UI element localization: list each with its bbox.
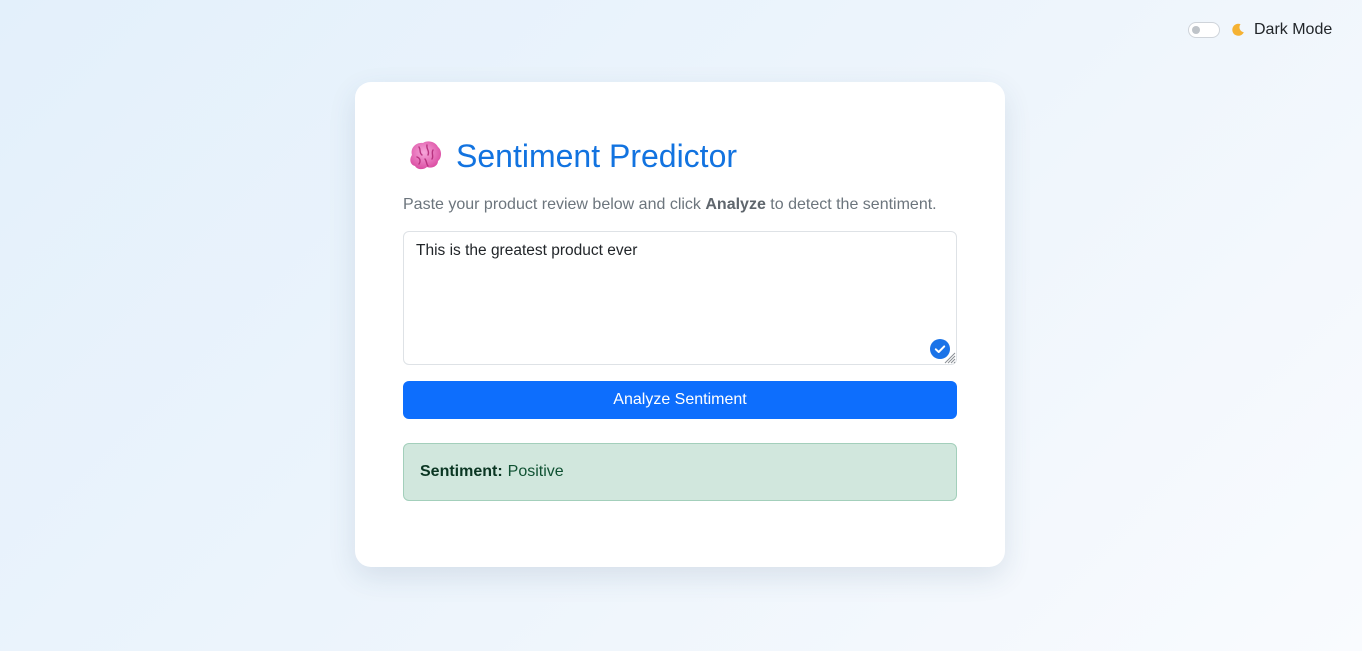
result-value: Positive xyxy=(507,463,564,480)
instructions-text: Paste your product review below and clic… xyxy=(403,195,957,215)
dark-mode-switch[interactable] xyxy=(1188,22,1220,38)
resize-handle-icon[interactable] xyxy=(944,352,956,364)
predictor-card: Sentiment Predictor Paste your product r… xyxy=(355,82,1005,567)
analyze-sentiment-button[interactable]: Analyze Sentiment xyxy=(403,381,957,419)
instructions-suffix: to detect the sentiment. xyxy=(765,196,937,213)
page-title: Sentiment Predictor xyxy=(456,138,738,174)
brain-icon xyxy=(410,141,441,170)
sentiment-result-alert: Sentiment: Positive xyxy=(403,443,957,501)
result-label: Sentiment: xyxy=(420,463,503,480)
dark-mode-label: Dark Mode xyxy=(1254,21,1333,38)
moon-icon xyxy=(1232,23,1244,36)
review-input-wrapper: This is the greatest product ever xyxy=(403,231,957,365)
instructions-emphasis: Analyze xyxy=(705,196,766,213)
title-row: Sentiment Predictor xyxy=(403,134,957,178)
switch-knob xyxy=(1192,26,1200,34)
review-textarea[interactable]: This is the greatest product ever xyxy=(403,231,957,365)
dark-mode-toggle[interactable]: Dark Mode xyxy=(1188,20,1332,40)
instructions-prefix: Paste your product review below and clic… xyxy=(403,196,706,213)
